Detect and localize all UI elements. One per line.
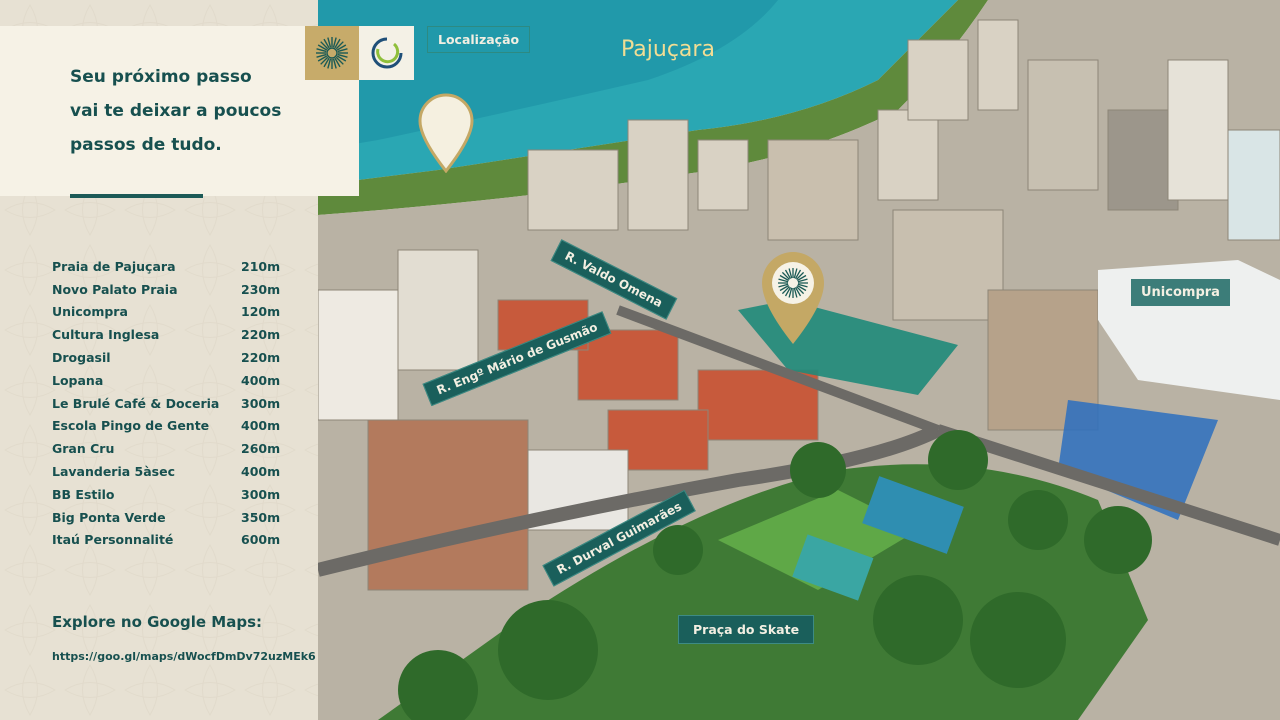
place-distance: 220m (241, 327, 281, 343)
place-name: Praia de Pajuçara (52, 258, 176, 274)
list-item: Escola Pingo de Gente 400m (52, 415, 281, 438)
property-pin-icon (762, 252, 824, 344)
maps-link[interactable]: https://goo.gl/maps/dWocfDmDv72uzMEk6 (52, 650, 316, 663)
maps-title: Explore no Google Maps: (52, 613, 263, 631)
poi-label: Unicompra (1131, 279, 1230, 306)
list-item: Itaú Personnalité 600m (52, 529, 281, 552)
place-name: Gran Cru (52, 441, 115, 457)
list-item: Lavanderia 5àsec 400m (52, 460, 281, 483)
headline-line: Seu próximo passo (70, 67, 252, 87)
place-name: Lavanderia 5àsec (52, 464, 176, 480)
place-distance: 260m (241, 441, 281, 457)
list-item: Drogasil 220m (52, 346, 281, 369)
partner-logo (359, 26, 414, 80)
place-name: Cultura Inglesa (52, 327, 160, 343)
place-name: Drogasil (52, 350, 111, 366)
place-distance: 300m (241, 395, 281, 411)
list-item: Cultura Inglesa 220m (52, 323, 281, 346)
list-item: Big Ponta Verde 350m (52, 506, 281, 529)
location-pin-icon (418, 93, 474, 173)
place-distance: 600m (241, 532, 281, 548)
list-item: Unicompra 120m (52, 301, 281, 324)
place-name: Le Brulé Café & Doceria (52, 395, 220, 411)
headline: Seu próximo passo vai te deixar a poucos… (70, 60, 330, 162)
place-distance: 220m (241, 350, 281, 366)
list-item: Gran Cru 260m (52, 437, 281, 460)
poi-label: Praça do Skate (678, 615, 815, 644)
place-name: BB Estilo (52, 486, 115, 502)
aerial-map: 210m Pajuçara (318, 0, 1280, 720)
area-label: Pajuçara (621, 37, 715, 62)
place-distance: 400m (241, 464, 281, 480)
headline-line: vai te deixar a poucos (70, 101, 282, 121)
place-distance: 230m (241, 281, 281, 297)
section-label: Localização (427, 26, 531, 53)
distance-list: Praia de Pajuçara 210m Novo Palato Praia 23… (52, 255, 281, 552)
place-name: Novo Palato Praia (52, 281, 178, 297)
place-distance: 210m (241, 258, 281, 274)
list-item: BB Estilo 300m (52, 483, 281, 506)
divider (70, 194, 203, 198)
place-name: Lopana (52, 372, 104, 388)
headline-line: passos de tudo. (70, 135, 222, 155)
place-distance: 120m (241, 304, 281, 320)
brand-logo (305, 26, 359, 80)
list-item: Praia de Pajuçara 210m (52, 255, 281, 278)
list-item: Novo Palato Praia 230m (52, 278, 281, 301)
place-distance: 400m (241, 372, 281, 388)
list-item: Lopana 400m (52, 369, 281, 392)
place-name: Big Ponta Verde (52, 509, 166, 525)
sun-icon (316, 37, 348, 69)
place-name: Itaú Personnalité (52, 532, 174, 548)
place-name: Unicompra (52, 304, 128, 320)
list-item: Le Brulé Café & Doceria 300m (52, 392, 281, 415)
circle-logo-icon (371, 37, 402, 69)
place-name: Escola Pingo de Gente (52, 418, 210, 434)
place-distance: 350m (241, 509, 281, 525)
place-distance: 400m (241, 418, 281, 434)
place-distance: 300m (241, 486, 281, 502)
